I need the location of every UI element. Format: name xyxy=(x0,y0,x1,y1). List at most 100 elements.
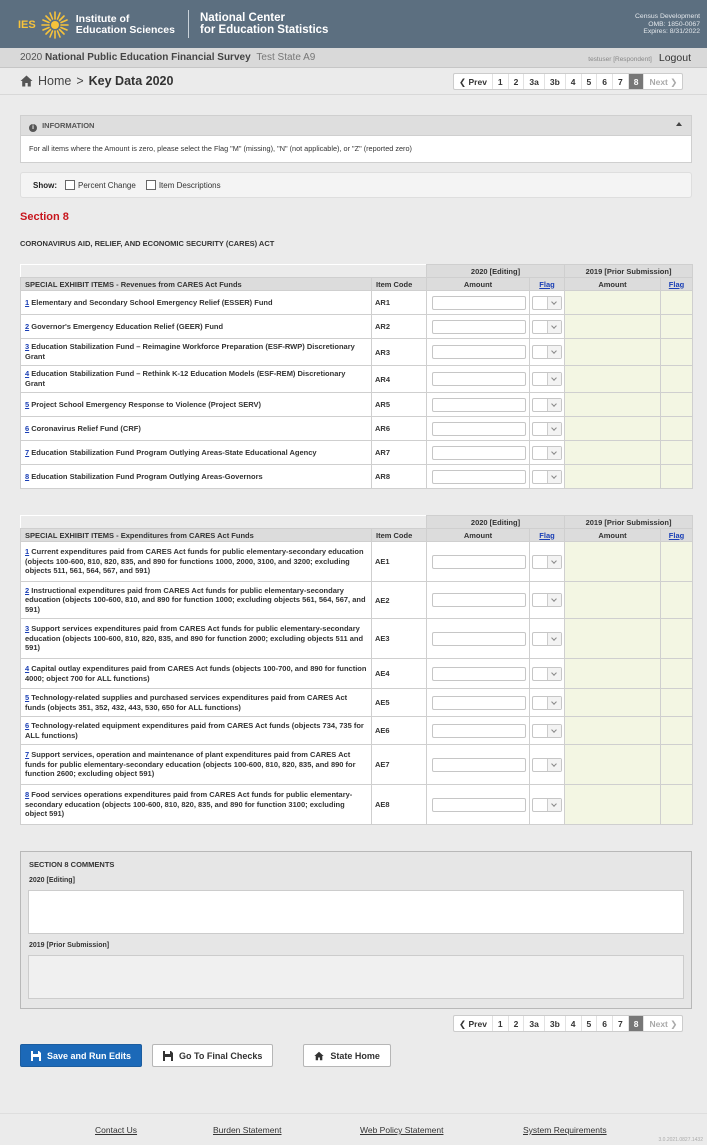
pager-page-1[interactable]: 1 xyxy=(493,74,509,89)
home-icon[interactable] xyxy=(20,75,33,87)
pager-page-3b[interactable]: 3b xyxy=(545,1016,566,1031)
amount-cell xyxy=(426,440,530,465)
amount-input[interactable] xyxy=(432,345,526,359)
flag-select[interactable] xyxy=(532,757,562,772)
amount-input[interactable] xyxy=(432,372,526,386)
web-policy-link[interactable]: Web Policy Statement xyxy=(360,1125,443,1135)
flag-select[interactable] xyxy=(532,593,562,607)
pager-page-3a[interactable]: 3a xyxy=(524,74,545,89)
pager-page-6[interactable]: 6 xyxy=(597,74,613,89)
prior-amount-cell xyxy=(564,688,661,717)
amount-cell xyxy=(426,716,530,745)
ies-name: Institute of Education Sciences xyxy=(75,13,175,36)
amount-input[interactable] xyxy=(432,723,526,738)
pager-page-2[interactable]: 2 xyxy=(509,1016,525,1031)
pager-next: Next ❯ xyxy=(649,77,678,87)
item-code: AE1 xyxy=(371,541,427,582)
amount-input[interactable] xyxy=(432,469,526,484)
pager-page-5[interactable]: 5 xyxy=(582,74,598,89)
amount-input[interactable] xyxy=(432,666,526,681)
prior-flag-header-link[interactable]: Flag xyxy=(659,528,694,542)
flag-select[interactable] xyxy=(532,319,562,334)
flag-select[interactable] xyxy=(532,421,562,436)
flag-select[interactable] xyxy=(532,797,562,812)
burden-statement-link[interactable]: Burden Statement xyxy=(213,1125,282,1135)
amount-input[interactable] xyxy=(432,695,526,710)
comments-editing-textarea[interactable] xyxy=(28,890,684,934)
percent-change-option[interactable]: Percent Change xyxy=(65,180,136,190)
prior-amount-header: Amount xyxy=(564,528,661,542)
state-home-button[interactable]: State Home xyxy=(303,1044,391,1067)
amount-cell xyxy=(426,658,530,689)
information-header[interactable]: i INFORMATION xyxy=(21,116,691,136)
pager-page-3b[interactable]: 3b xyxy=(545,74,566,89)
pager-page-1[interactable]: 1 xyxy=(493,1016,509,1031)
table-row: 3 Support services expenditures paid fro… xyxy=(20,618,694,659)
table-row: 8 Food services operations expenditures … xyxy=(20,784,694,825)
amount-input[interactable] xyxy=(432,295,526,310)
flag-select[interactable] xyxy=(532,631,562,646)
save-and-run-edits-button[interactable]: Save and Run Edits xyxy=(20,1044,143,1067)
pager-page-4[interactable]: 4 xyxy=(566,74,582,89)
breadcrumb-home[interactable]: Home xyxy=(38,74,71,88)
item-description: 6 Technology-related equipment expenditu… xyxy=(20,716,372,745)
breadcrumb-separator: > xyxy=(76,74,84,88)
amount-input[interactable] xyxy=(432,757,526,772)
pager-page-2[interactable]: 2 xyxy=(509,74,525,89)
flag-header-link[interactable]: Flag xyxy=(529,528,565,542)
nces-name[interactable]: National Center for Education Statistics xyxy=(200,12,328,36)
pager-top: ❮ Prev 1 2 3a 3b 4 5 6 7 8 Next ❯ xyxy=(453,73,684,90)
logout-link[interactable]: Logout xyxy=(659,52,691,64)
breadcrumb: Home > Key Data 2020 xyxy=(20,74,173,88)
flag-select[interactable] xyxy=(532,372,562,386)
comments-prior-textarea xyxy=(28,955,684,999)
prior-amount-cell xyxy=(564,581,661,619)
amount-input[interactable] xyxy=(432,421,526,436)
amount-input[interactable] xyxy=(432,631,526,646)
pager-page-3a[interactable]: 3a xyxy=(524,1016,545,1031)
information-text: For all items where the Amount is zero, … xyxy=(29,144,412,153)
amount-input[interactable] xyxy=(432,397,526,412)
item-descriptions-option[interactable]: Item Descriptions xyxy=(145,180,221,190)
pager-page-7[interactable]: 7 xyxy=(613,1016,629,1031)
amount-input[interactable] xyxy=(432,554,526,569)
home-icon xyxy=(314,1051,325,1060)
percent-change-checkbox[interactable] xyxy=(65,180,75,190)
chevron-down-icon xyxy=(547,398,561,411)
flag-select[interactable] xyxy=(532,295,562,310)
amount-header: Amount xyxy=(426,277,530,291)
flag-select[interactable] xyxy=(532,397,562,412)
pager-prev[interactable]: ❮ Prev xyxy=(454,74,493,89)
flag-select[interactable] xyxy=(532,469,562,484)
contact-us-link[interactable]: Contact Us xyxy=(95,1125,137,1135)
amount-input[interactable] xyxy=(432,319,526,334)
pager-page-4[interactable]: 4 xyxy=(566,1016,582,1031)
flag-select[interactable] xyxy=(532,445,562,460)
ies-logo[interactable]: IES Institute of Education Sciences xyxy=(18,10,175,40)
prior-flag-cell xyxy=(659,618,694,659)
flag-select[interactable] xyxy=(532,695,562,710)
collapse-caret-icon[interactable] xyxy=(676,122,682,126)
system-requirements-link[interactable]: System Requirements xyxy=(523,1125,607,1135)
item-descriptions-checkbox[interactable] xyxy=(145,180,156,190)
flag-header-link[interactable]: Flag xyxy=(529,277,565,291)
pager-page-8[interactable]: 8 xyxy=(628,1016,645,1031)
item-code: AE6 xyxy=(371,716,427,745)
flag-select[interactable] xyxy=(532,554,562,569)
pager-page-8[interactable]: 8 xyxy=(628,74,645,89)
pager-prev[interactable]: ❮ Prev xyxy=(454,1016,493,1031)
pager-page-6[interactable]: 6 xyxy=(597,1016,613,1031)
flag-select[interactable] xyxy=(532,345,562,359)
flag-select[interactable] xyxy=(532,723,562,738)
amount-input[interactable] xyxy=(432,797,526,812)
amount-input[interactable] xyxy=(432,593,526,607)
prior-flag-header-link[interactable]: Flag xyxy=(659,277,694,291)
amount-cell xyxy=(426,784,530,825)
go-to-final-checks-button[interactable]: Go To Final Checks xyxy=(152,1044,274,1067)
flag-select[interactable] xyxy=(532,666,562,681)
chevron-down-icon xyxy=(547,696,561,709)
flag-cell xyxy=(529,338,565,366)
pager-page-7[interactable]: 7 xyxy=(613,74,629,89)
pager-page-5[interactable]: 5 xyxy=(582,1016,598,1031)
amount-input[interactable] xyxy=(432,445,526,460)
